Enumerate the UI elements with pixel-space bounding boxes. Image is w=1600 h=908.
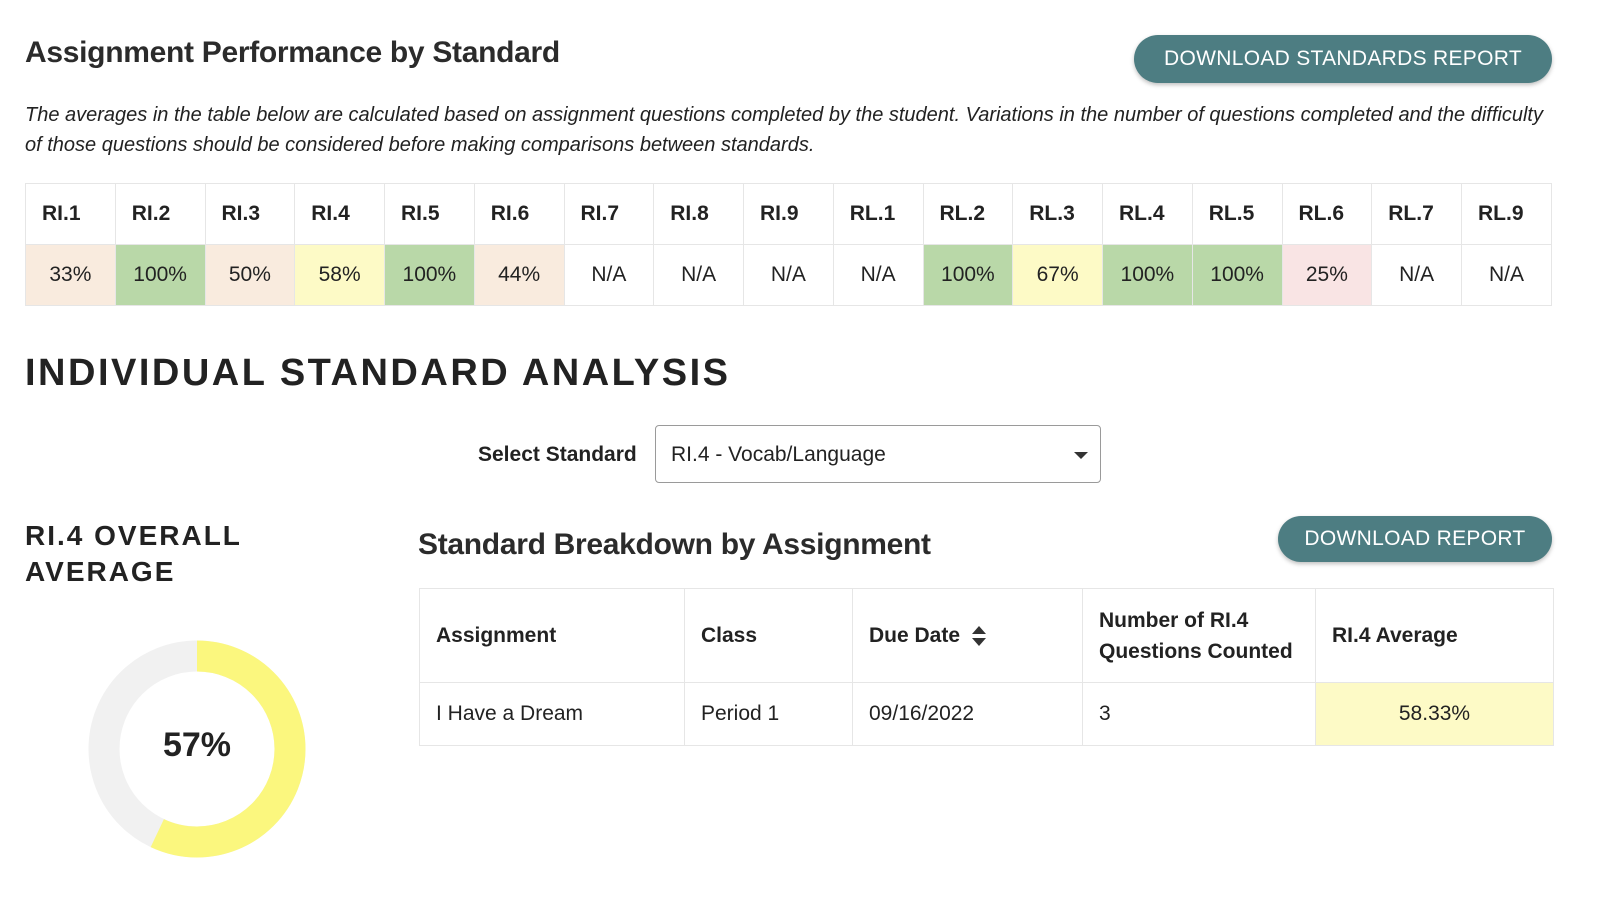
section-title: INDIVIDUAL STANDARD ANALYSIS: [25, 352, 731, 394]
standard-average: 100%: [384, 244, 475, 306]
breakdown-title: Standard Breakdown by Assignment: [418, 528, 931, 561]
cell-average: 58.33%: [1315, 682, 1554, 746]
standard-code: RL.5: [1191, 183, 1283, 245]
column-header-count: Number of RI.4 Questions Counted: [1082, 588, 1316, 683]
averages-note: The averages in the table below are calc…: [25, 104, 1543, 156]
cell-count: 3: [1082, 682, 1316, 746]
breakdown-header-row: Assignment Class Due Date Number of RI.4…: [419, 588, 1554, 683]
standard-code: RI.3: [204, 183, 296, 245]
standard-average: 50%: [204, 244, 296, 306]
overall-average-title: RI.4 OVERALL AVERAGE: [25, 520, 242, 587]
standard-code: RI.2: [114, 183, 206, 245]
download-report-button[interactable]: DOWNLOAD REPORT: [1278, 516, 1552, 562]
standard-code: RI.6: [473, 183, 565, 245]
cell-assignment: I Have a Dream: [419, 682, 685, 746]
standards-table: RI.1 RI.2 RI.3 RI.4 RI.5 RI.6 RI.7 RI.8 …: [25, 183, 1552, 306]
standard-code: RL.6: [1281, 183, 1373, 245]
standard-average: N/A: [653, 244, 744, 306]
table-row: I Have a Dream Period 1 09/16/2022 3 58.…: [419, 682, 1554, 746]
standard-average: 67%: [1012, 244, 1103, 306]
standard-code: RI.4: [294, 183, 385, 245]
standard-code: RL.4: [1102, 183, 1193, 245]
standard-select[interactable]: RI.4 - Vocab/Language: [655, 425, 1101, 483]
standard-average: 100%: [922, 244, 1014, 306]
column-header-assignment: Assignment: [419, 588, 685, 683]
standard-code: RI.9: [743, 183, 834, 245]
select-standard-label: Select Standard: [478, 443, 637, 466]
standard-average: 100%: [1102, 244, 1193, 306]
standard-average: 44%: [473, 244, 565, 306]
cell-due-date: 09/16/2022: [852, 682, 1083, 746]
standard-code: RL.9: [1461, 183, 1552, 245]
standard-code: RL.3: [1012, 183, 1103, 245]
caret-down-icon: [1074, 452, 1088, 459]
standard-average: N/A: [743, 244, 834, 306]
overall-average-value: 57%: [162, 726, 232, 764]
standard-average: 25%: [1281, 244, 1373, 306]
standard-code: RI.5: [384, 183, 475, 245]
standard-average: N/A: [832, 244, 924, 306]
column-header-class: Class: [684, 588, 853, 683]
standard-code: RL.2: [922, 183, 1014, 245]
cell-class: Period 1: [684, 682, 853, 746]
standard-average: N/A: [1371, 244, 1462, 306]
standard-average: 33%: [25, 244, 116, 306]
standard-code: RI.8: [653, 183, 744, 245]
standard-average: 58%: [294, 244, 385, 306]
standard-select-value: RI.4 - Vocab/Language: [671, 443, 886, 466]
column-header-due-date[interactable]: Due Date: [852, 588, 1083, 683]
column-header-average: RI.4 Average: [1315, 588, 1554, 683]
standards-values-row: 33% 100% 50% 58% 100% 44% N/A N/A N/A N/…: [25, 244, 1552, 306]
sort-icon[interactable]: [972, 626, 987, 647]
standard-average: 100%: [1191, 244, 1283, 306]
download-standards-report-button[interactable]: DOWNLOAD STANDARDS REPORT: [1134, 35, 1552, 83]
standard-code: RL.1: [832, 183, 924, 245]
standards-header-row: RI.1 RI.2 RI.3 RI.4 RI.5 RI.6 RI.7 RI.8 …: [25, 183, 1552, 245]
standard-average: N/A: [1461, 244, 1552, 306]
standard-code: RI.1: [25, 183, 116, 245]
standard-average: N/A: [563, 244, 655, 306]
standard-average: 100%: [114, 244, 206, 306]
standard-code: RI.7: [563, 183, 655, 245]
page-title: Assignment Performance by Standard: [25, 36, 560, 69]
due-date-label: Due Date: [869, 624, 961, 647]
standard-code: RL.7: [1371, 183, 1462, 245]
breakdown-table: Assignment Class Due Date Number of RI.4…: [419, 588, 1554, 746]
